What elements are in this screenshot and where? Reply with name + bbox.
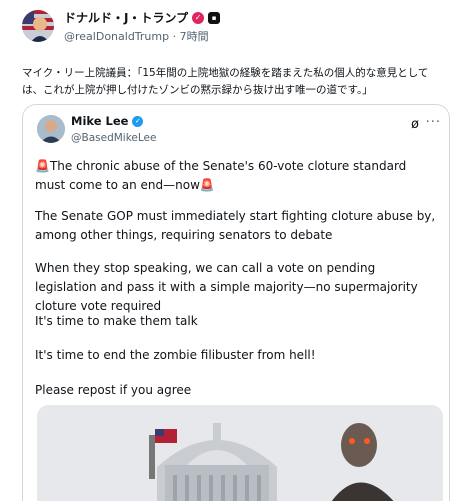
siren-icon: 🚨 xyxy=(199,178,215,192)
grok-icon[interactable]: ø xyxy=(411,117,419,132)
author-row: ドナルド・J・トランプ ✓ ▪ xyxy=(64,9,221,26)
quote-line-4: It's time to make them talk xyxy=(35,314,198,328)
post-text: マイク・リー上院議員：「15年間の上院地獄の経験を踏まえた私の個人的な意見として… xyxy=(22,67,429,96)
verified-badge-icon: ✓ xyxy=(192,11,205,24)
more-icon[interactable]: ··· xyxy=(426,115,441,130)
quote-author-handle[interactable]: @BasedMikeLee xyxy=(71,132,156,144)
quoted-post[interactable]: Mike Lee ✓ @BasedMikeLee ø ··· 🚨The chro… xyxy=(22,104,450,501)
quote-line-2: The Senate GOP must immediately start fi… xyxy=(35,209,436,242)
quote-author-name[interactable]: Mike Lee xyxy=(71,114,128,128)
trump-avatar[interactable] xyxy=(22,10,54,42)
affiliation-flag-icon: ▪ xyxy=(208,11,221,24)
post-time[interactable]: · 7時間 xyxy=(173,30,209,43)
quote-media-image[interactable] xyxy=(37,405,443,501)
verified-check-icon: ✓ xyxy=(132,115,144,127)
quote-line-6: Please repost if you agree xyxy=(35,383,192,397)
author-handle-row: @realDonaldTrump · 7時間 xyxy=(64,28,209,44)
siren-icon: 🚨 xyxy=(35,159,50,173)
quote-line-3: When they stop speaking, we can call a v… xyxy=(35,261,418,313)
quote-line-5: It's time to end the zombie filibuster f… xyxy=(35,348,316,362)
author-handle[interactable]: @realDonaldTrump xyxy=(64,30,169,43)
quote-line-1-text: The chronic abuse of the Senate's 60-vot… xyxy=(35,159,407,192)
author-name[interactable]: ドナルド・J・トランプ xyxy=(64,9,188,26)
quote-author-row: Mike Lee ✓ xyxy=(71,114,144,128)
quote-line-1: 🚨The chronic abuse of the Senate's 60-vo… xyxy=(35,157,439,195)
mike-lee-avatar[interactable] xyxy=(37,115,65,143)
